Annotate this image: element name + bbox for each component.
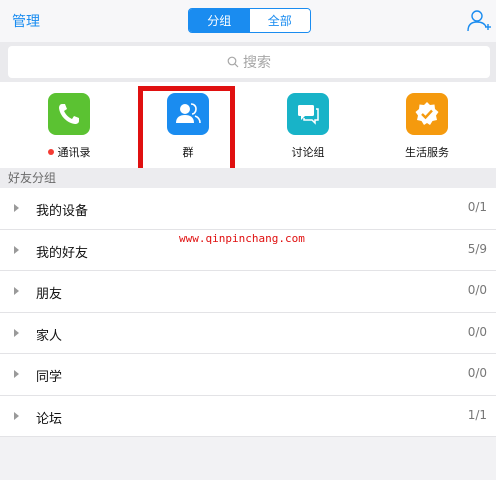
expand-arrow-icon <box>14 287 19 295</box>
group-name: 朋友 <box>36 287 63 302</box>
friend-group-list: 我的设备 0/1 我的好友 5/9 朋友 0/0 家人 0/0 同学 0/0 论… <box>0 188 496 437</box>
group-name: 我的设备 <box>36 204 89 219</box>
group-name: 家人 <box>36 328 63 344</box>
group-row[interactable]: 同学 0/0 <box>0 354 496 396</box>
unread-dot <box>47 149 54 155</box>
group-count: 5/9 <box>467 241 487 256</box>
segmented-control: 分组 全部 <box>188 8 311 33</box>
tile-life-services-label: 生活服务 <box>405 146 449 159</box>
function-tiles: 通讯录 群 讨论组 生活服务 <box>0 82 496 168</box>
tile-contacts[interactable]: 通讯录 <box>24 93 114 163</box>
expand-arrow-icon <box>14 245 19 254</box>
manage-button[interactable]: 管理 <box>12 11 40 31</box>
group-name: 同学 <box>36 370 63 385</box>
expand-arrow-icon <box>14 411 19 420</box>
group-row[interactable]: 家人 0/0 <box>0 312 496 354</box>
search-input[interactable]: 搜索 <box>8 46 490 78</box>
tile-discussion-label: 讨论组 <box>291 146 325 159</box>
group-count: 0/0 <box>467 283 487 297</box>
phone-icon <box>48 93 90 135</box>
group-count: 0/0 <box>467 366 487 380</box>
contacts-screen: 管理 分组 全部 搜索 通讯录 群 讨论组 生活服务 好友分组 我的设备 0/1… <box>0 0 496 480</box>
search-icon <box>227 56 239 68</box>
group-row[interactable]: 论坛 1/1 <box>0 395 496 437</box>
group-icon <box>167 93 209 135</box>
group-row[interactable]: 我的设备 0/1 <box>0 188 496 230</box>
group-name: 论坛 <box>36 411 63 427</box>
search-bar: 搜索 <box>0 42 496 82</box>
expand-arrow-icon <box>14 328 19 337</box>
group-count: 1/1 <box>467 407 487 422</box>
section-header: 好友分组 <box>0 168 496 188</box>
tile-life-services[interactable]: 生活服务 <box>382 93 472 163</box>
service-icon <box>406 93 448 135</box>
group-name: 我的好友 <box>36 245 89 261</box>
chat-icon <box>287 93 329 135</box>
add-friend-icon[interactable] <box>466 8 492 34</box>
tile-discussion[interactable]: 讨论组 <box>263 93 353 163</box>
tab-all[interactable]: 全部 <box>249 9 310 32</box>
tile-groups-label: 群 <box>182 146 194 159</box>
top-bar: 管理 分组 全部 <box>0 0 496 42</box>
tile-contacts-label: 通讯录 <box>24 144 114 160</box>
watermark-text: www.qinpinchang.com <box>179 232 305 245</box>
group-count: 0/1 <box>467 200 487 214</box>
group-row[interactable]: 朋友 0/0 <box>0 271 496 313</box>
group-count: 0/0 <box>467 324 487 339</box>
tile-groups[interactable]: 群 <box>143 93 233 163</box>
tab-grouped[interactable]: 分组 <box>189 9 250 32</box>
expand-arrow-icon <box>14 370 19 378</box>
search-placeholder: 搜索 <box>243 55 271 71</box>
expand-arrow-icon <box>14 204 19 212</box>
